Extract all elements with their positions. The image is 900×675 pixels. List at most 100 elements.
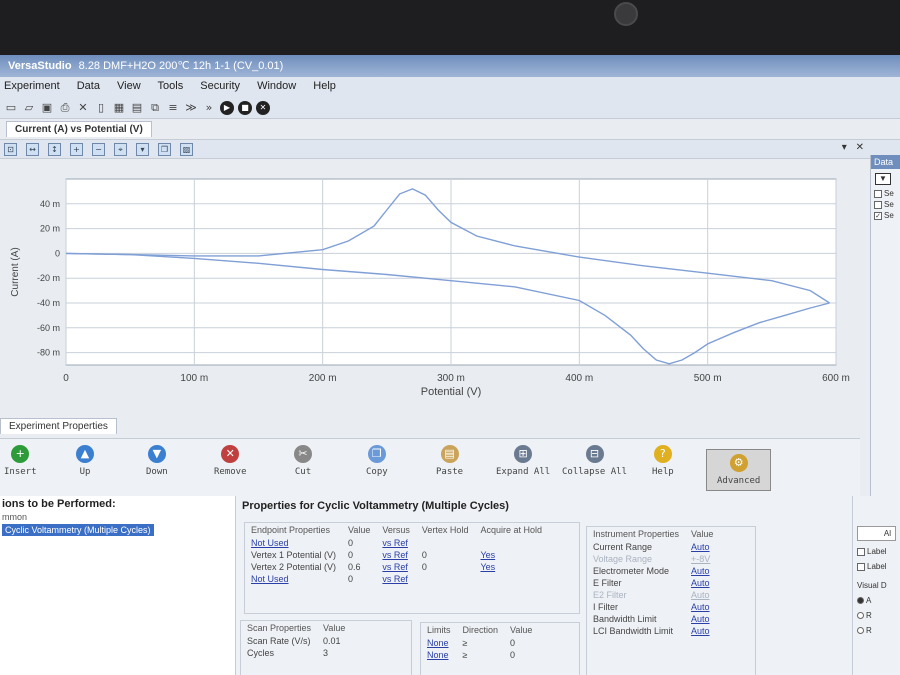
zoom-x-icon[interactable]: ↔: [26, 142, 39, 156]
panel-menu-icon[interactable]: ▾: [842, 142, 847, 153]
limit-value[interactable]: 0: [504, 637, 538, 649]
radio-button[interactable]: [857, 612, 864, 619]
radio-option-2[interactable]: R: [857, 611, 896, 620]
expand-all-button[interactable]: ⊞ Expand All: [496, 445, 550, 477]
chart-icon[interactable]: ▦: [112, 101, 126, 115]
export-image-icon[interactable]: ▨: [180, 142, 193, 156]
fast-forward-icon[interactable]: »: [202, 101, 216, 115]
dropdown-icon[interactable]: ▾: [136, 142, 149, 156]
cut-button[interactable]: ✂ Cut: [294, 445, 312, 477]
versus-link[interactable]: vs Ref: [376, 549, 416, 561]
copy-graph-icon[interactable]: ❐: [158, 142, 171, 156]
paste-button[interactable]: ▤ Paste: [436, 445, 463, 477]
menu-security[interactable]: Security: [200, 80, 240, 92]
menu-experiment[interactable]: Experiment: [4, 80, 60, 92]
save-icon[interactable]: ▣: [40, 101, 54, 115]
versus-link[interactable]: vs Ref: [376, 561, 416, 573]
endpoint-value[interactable]: 0: [342, 549, 376, 561]
limit-value[interactable]: 0: [504, 649, 538, 661]
zoom-out-icon[interactable]: −: [92, 142, 105, 156]
vertex-hold[interactable]: 0: [416, 549, 475, 561]
label-option-2[interactable]: Label: [857, 562, 896, 571]
abort-icon[interactable]: ✕: [256, 100, 270, 115]
instrument-prop-value[interactable]: Auto: [685, 577, 719, 589]
data-panel-tab[interactable]: Data: [871, 155, 900, 169]
copy-button[interactable]: ❐ Copy: [366, 445, 388, 477]
open-icon[interactable]: ▱: [22, 101, 36, 115]
advanced-button[interactable]: ⚙ Advanced: [706, 449, 772, 491]
instrument-prop-value[interactable]: Auto: [685, 613, 719, 625]
limit-direction[interactable]: ≥: [457, 649, 505, 661]
panel-close-icon[interactable]: ✕: [856, 142, 864, 153]
radio-button[interactable]: [857, 627, 864, 634]
menu-view[interactable]: View: [117, 80, 141, 92]
operation-item-selected[interactable]: Cyclic Voltammetry (Multiple Cycles): [2, 524, 154, 536]
checkbox-checked[interactable]: ✓: [874, 211, 882, 220]
scan-prop-value[interactable]: 0.01: [317, 635, 351, 647]
run-icon[interactable]: ▶: [220, 100, 234, 115]
cursor-icon[interactable]: ⌖: [114, 142, 127, 156]
radio-option-3[interactable]: R: [857, 626, 896, 635]
filter-icon[interactable]: ▼: [875, 173, 891, 185]
menu-data[interactable]: Data: [77, 80, 100, 92]
tab-graph[interactable]: Current (A) vs Potential (V): [6, 121, 152, 137]
overlay-icon[interactable]: ⧉: [148, 101, 162, 115]
checkbox[interactable]: [857, 547, 865, 556]
data-item-1[interactable]: Se: [874, 189, 897, 198]
radio-button[interactable]: [857, 597, 864, 604]
stop-icon[interactable]: ■: [238, 100, 252, 115]
insert-button[interactable]: + Insert: [4, 445, 37, 477]
checkbox[interactable]: [874, 189, 882, 198]
endpoint-name-link[interactable]: Not Used: [245, 537, 342, 549]
tab-experiment-properties[interactable]: Experiment Properties: [0, 418, 117, 434]
cv-plot[interactable]: 0 100 m 200 m 300 m 400 m 500 m 600 m 40 m 20 m 0…: [0, 159, 860, 419]
zoom-y-icon[interactable]: ↕: [48, 142, 61, 156]
instrument-prop-value[interactable]: Auto: [685, 625, 719, 637]
versus-link[interactable]: vs Ref: [376, 573, 416, 585]
forward-icon[interactable]: ≫: [184, 101, 198, 115]
zoom-fit-icon[interactable]: ⊡: [4, 142, 17, 156]
endpoint-name-link[interactable]: Not Used: [245, 573, 342, 585]
instrument-prop-value[interactable]: Auto: [685, 565, 719, 577]
limit-direction[interactable]: ≥: [457, 637, 505, 649]
menu-tools[interactable]: Tools: [158, 80, 184, 92]
radio-option-1[interactable]: A: [857, 596, 896, 605]
scan-prop-value[interactable]: 3: [317, 647, 351, 659]
checkbox[interactable]: [857, 562, 865, 571]
endpoint-value[interactable]: 0.6: [342, 561, 376, 573]
all-button[interactable]: Al: [857, 526, 896, 541]
acquire-link[interactable]: Yes: [474, 549, 548, 561]
print-icon[interactable]: ⎙: [58, 101, 72, 115]
x-tick-label: 600 m: [822, 373, 850, 384]
limit-link[interactable]: None: [421, 637, 457, 649]
acquire-link[interactable]: [474, 537, 548, 549]
instrument-prop-value[interactable]: Auto: [685, 541, 719, 553]
vertex-hold[interactable]: [416, 573, 475, 585]
data-item-2[interactable]: Se: [874, 200, 897, 209]
endpoint-value[interactable]: 0: [342, 537, 376, 549]
acquire-link[interactable]: Yes: [474, 561, 548, 573]
vertex-hold[interactable]: [416, 537, 475, 549]
zoom-in-icon[interactable]: +: [70, 142, 83, 156]
new-icon[interactable]: ▭: [4, 101, 18, 115]
menu-window[interactable]: Window: [257, 80, 296, 92]
list-icon[interactable]: ≡: [166, 101, 180, 115]
endpoint-value[interactable]: 0: [342, 573, 376, 585]
limit-link[interactable]: None: [421, 649, 457, 661]
versus-link[interactable]: vs Ref: [376, 537, 416, 549]
menu-help[interactable]: Help: [313, 80, 336, 92]
label-option-1[interactable]: Label: [857, 547, 896, 556]
checkbox[interactable]: [874, 200, 882, 209]
delete-icon[interactable]: ✕: [76, 101, 90, 115]
collapse-all-button[interactable]: ⊟ Collapse All: [562, 445, 627, 477]
up-button[interactable]: ▲ Up: [76, 445, 94, 477]
remove-button[interactable]: ✕ Remove: [214, 445, 247, 477]
down-button[interactable]: ▼ Down: [146, 445, 168, 477]
data-item-3[interactable]: ✓ Se: [874, 211, 897, 220]
table-icon[interactable]: ▤: [130, 101, 144, 115]
help-button[interactable]: ? Help: [652, 445, 674, 477]
vertex-hold[interactable]: 0: [416, 561, 475, 573]
instrument-prop-value[interactable]: Auto: [685, 601, 719, 613]
folder-icon[interactable]: ▯: [94, 101, 108, 115]
acquire-link[interactable]: [474, 573, 548, 585]
